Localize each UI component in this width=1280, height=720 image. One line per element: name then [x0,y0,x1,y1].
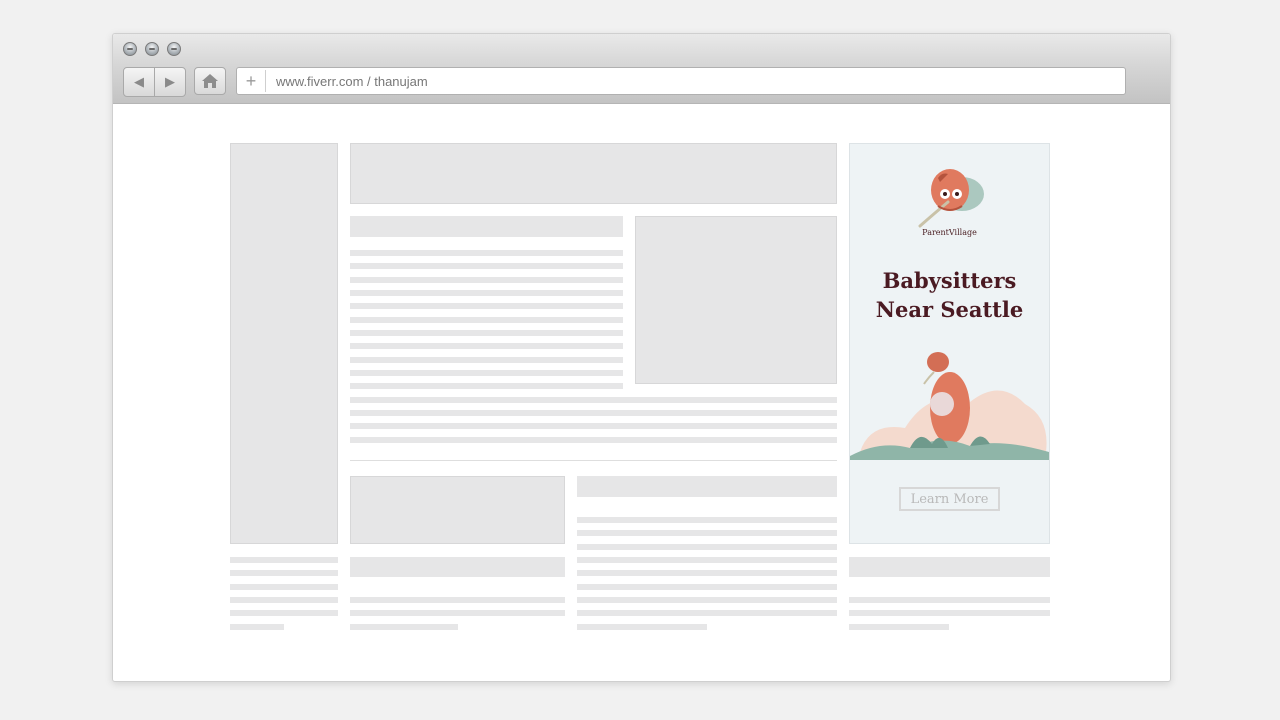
text-line [230,624,284,630]
back-arrow-icon: ◀ [134,74,144,89]
card-heading-placeholder [350,557,565,577]
home-button[interactable] [194,67,226,95]
forward-button[interactable]: ▶ [154,68,185,96]
text-line [230,610,338,616]
minimize-window-button[interactable] [145,42,159,56]
text-line [350,263,623,269]
text-line [577,584,837,590]
ad-headline-line: Babysitters [882,268,1017,293]
text-line [350,250,623,256]
text-line [577,517,837,523]
zoom-window-button[interactable] [167,42,181,56]
text-line [230,570,338,576]
text-line [849,610,1050,616]
text-line [350,397,837,403]
text-line [577,610,837,616]
left-sidebar-placeholder [230,143,338,544]
text-line [849,597,1050,603]
text-line [350,303,623,309]
url-text[interactable]: www.fiverr.com / thanujam [266,74,428,89]
text-line [849,624,949,630]
text-line [350,423,837,429]
top-banner-placeholder [350,143,837,204]
text-line [350,277,623,283]
browser-window: ◀ ▶ + www.fiverr.com / thanujam ParentVi… [112,33,1171,682]
text-line [350,383,623,389]
ad-brand-name: ParentVillage [922,228,977,237]
text-line [350,290,623,296]
text-line [230,597,338,603]
article-heading-placeholder [350,216,623,237]
text-line [577,597,837,603]
text-line [350,343,623,349]
ad-headline: Babysitters Near Seattle [850,266,1049,324]
text-line [577,570,837,576]
sidebar-ad[interactable]: ParentVillage Babysitters Near Seattle L… [849,143,1050,544]
kiwi-family-illustration-icon [850,352,1049,460]
text-line [350,357,623,363]
text-line [350,610,565,616]
text-line [350,624,458,630]
text-line [577,557,837,563]
browser-toolbar: ◀ ▶ + www.fiverr.com / thanujam [113,34,1170,104]
text-line [350,437,837,443]
address-bar[interactable]: + www.fiverr.com / thanujam [236,67,1126,95]
learn-more-button[interactable]: Learn More [899,487,1000,511]
section-divider [350,460,837,461]
text-line [577,624,707,630]
home-icon [202,74,218,88]
text-line [230,557,338,563]
text-line [230,584,338,590]
text-line [350,597,565,603]
card-heading-placeholder [849,557,1050,577]
card-heading-placeholder [577,476,837,497]
ad-headline-line: Near Seattle [875,297,1024,322]
text-line [577,544,837,550]
new-tab-button[interactable]: + [237,70,266,92]
forward-arrow-icon: ▶ [165,74,175,89]
window-controls [123,42,181,56]
text-line [350,410,837,416]
close-window-button[interactable] [123,42,137,56]
history-nav: ◀ ▶ [123,67,186,97]
article-image-placeholder [635,216,837,384]
text-line [577,530,837,536]
text-line [350,317,623,323]
text-line [350,330,623,336]
back-button[interactable]: ◀ [124,68,154,96]
card-image-placeholder [350,476,565,544]
text-line [350,370,623,376]
parentvillage-logo-icon [918,169,984,228]
